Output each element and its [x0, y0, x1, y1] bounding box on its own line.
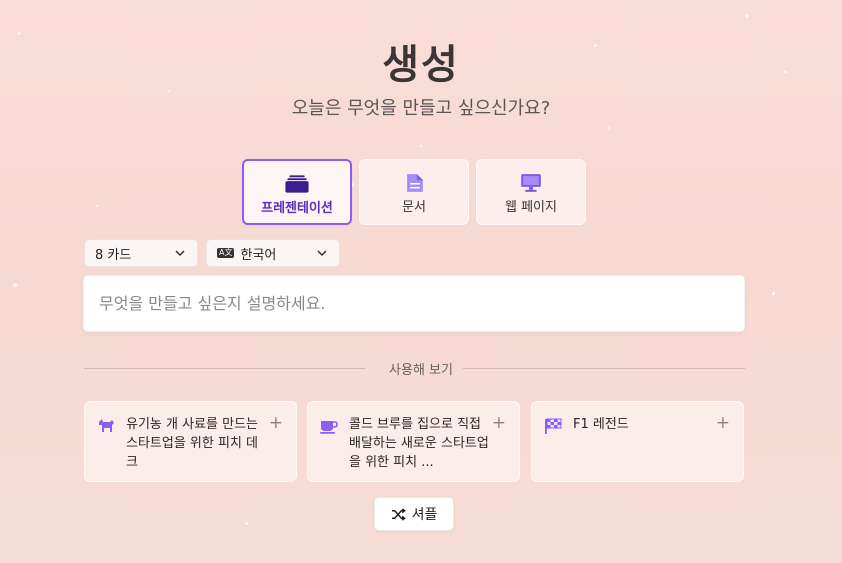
example-card[interactable]: F1 레전드 + — [531, 401, 744, 482]
tab-label: 웹 페이지 — [505, 200, 557, 215]
language-icon: A文 — [217, 248, 235, 258]
sparkle-dot — [13, 283, 17, 287]
example-text: F1 레전드 — [573, 417, 629, 432]
chevron-down-icon — [175, 250, 185, 257]
tab-label: 문서 — [402, 200, 426, 215]
add-example-button[interactable]: + — [492, 415, 506, 432]
sparkle-dot — [245, 522, 248, 525]
add-example-button[interactable]: + — [716, 415, 730, 432]
checkered-flag-icon — [545, 418, 562, 434]
sparkle-dot — [420, 145, 422, 147]
example-card[interactable]: 유기농 개 사료를 만드는 스타트업을 위한 피치 데크 + — [84, 401, 297, 482]
sparkle-dot — [745, 14, 749, 18]
sparkle-dot — [96, 205, 98, 207]
shuffle-icon — [391, 507, 406, 521]
language-value: 한국어 — [240, 247, 277, 263]
shuffle-button[interactable]: 셔플 — [374, 497, 454, 531]
tab-document[interactable]: 문서 — [359, 159, 469, 225]
card-count-value: 8 카드 — [95, 247, 132, 263]
presentation-stack-icon — [285, 175, 309, 193]
tab-presentation[interactable]: 프레젠테이션 — [242, 159, 352, 225]
document-icon — [407, 174, 423, 192]
monitor-icon — [521, 174, 541, 192]
add-example-button[interactable]: + — [269, 415, 283, 432]
sparkle-dot — [608, 127, 610, 129]
page-subtitle: 오늘은 무엇을 만들고 싶으신가요? — [291, 98, 551, 119]
shuffle-label: 셔플 — [411, 507, 438, 523]
page-title: 생성 — [382, 42, 460, 88]
example-card[interactable]: 콜드 브루를 집으로 직접 배달하는 새로운 스타트업을 위한 피치 ... + — [307, 401, 520, 482]
examples-section-label: 사용해 보기 — [389, 363, 453, 378]
card-count-select[interactable]: 8 카드 — [84, 239, 198, 267]
sparkle-dot — [772, 292, 775, 295]
tab-webpage[interactable]: 웹 페이지 — [476, 159, 586, 225]
tab-label: 프레젠테이션 — [261, 201, 333, 216]
prompt-input[interactable] — [83, 275, 745, 332]
dog-icon — [99, 419, 114, 432]
language-select[interactable]: A文 한국어 — [206, 239, 340, 267]
chevron-down-icon — [317, 250, 327, 257]
example-text: 콜드 브루를 집으로 직접 배달하는 새로운 스타트업을 위한 피치 ... — [349, 417, 489, 470]
sparkle-dot — [168, 90, 170, 92]
example-text: 유기농 개 사료를 만드는 스타트업을 위한 피치 데크 — [126, 417, 258, 470]
coffee-cup-icon — [320, 421, 338, 434]
